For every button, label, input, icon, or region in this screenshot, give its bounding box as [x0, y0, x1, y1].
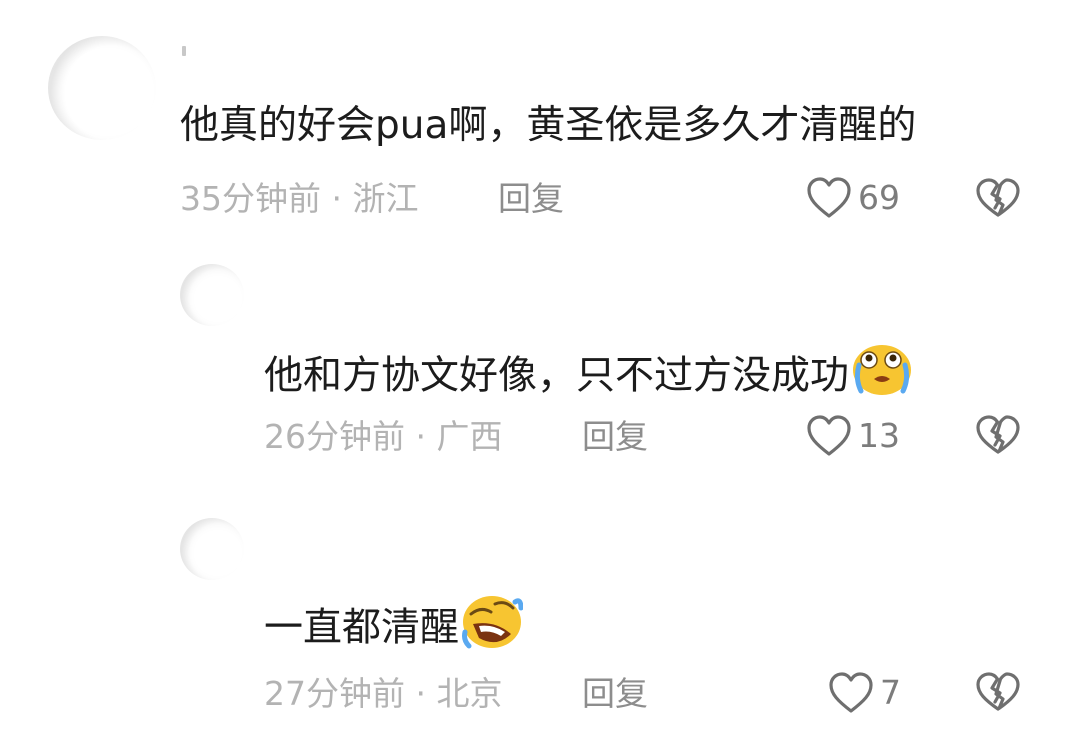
reply-button[interactable]: 回复 — [582, 417, 648, 457]
like-count: 7 — [880, 673, 901, 712]
reply-button[interactable]: 回复 — [498, 179, 564, 219]
heart-outline-icon — [828, 671, 874, 715]
like-button[interactable]: 69 — [806, 176, 900, 220]
rofl-face-emoji — [461, 594, 524, 662]
crying-face-emoji — [851, 343, 913, 409]
avatar[interactable] — [48, 36, 156, 140]
dislike-button[interactable] — [975, 414, 1021, 456]
username-fragment — [182, 46, 186, 56]
comment-text: 他和方协文好像，只不过方没成功 — [264, 345, 913, 411]
broken-heart-icon — [975, 671, 1021, 713]
comment-1: 他真的好会pua啊，黄圣依是多久才清醒的 35分钟前 · 浙江 回复 69 — [0, 0, 1080, 236]
broken-heart-icon — [975, 177, 1021, 219]
comment-text-body: 他和方协文好像，只不过方没成功 — [264, 353, 850, 399]
comment-meta: 27分钟前 · 北京 — [264, 674, 503, 713]
comment-text: 一直都清醒 — [264, 594, 524, 664]
comment-meta: 26分钟前 · 广西 — [264, 417, 503, 456]
comment-text: 他真的好会pua啊，黄圣依是多久才清醒的 — [180, 103, 917, 148]
heart-outline-icon — [806, 176, 852, 220]
like-count: 69 — [858, 178, 900, 217]
comment-3: 一直都清醒 27分钟前 · 北京 回复 7 — [0, 496, 1080, 736]
comment-text-body: 一直都清醒 — [264, 605, 460, 651]
broken-heart-icon — [975, 414, 1021, 456]
like-button[interactable]: 13 — [806, 414, 900, 458]
dislike-button[interactable] — [975, 177, 1021, 219]
like-count: 13 — [858, 416, 900, 455]
reply-button[interactable]: 回复 — [582, 674, 648, 714]
comment-2: 他和方协文好像，只不过方没成功 26分钟前 · 广西 回复 13 — [0, 236, 1080, 496]
like-button[interactable]: 7 — [828, 671, 901, 715]
avatar[interactable] — [180, 518, 244, 580]
comment-meta: 35分钟前 · 浙江 — [180, 179, 419, 218]
heart-outline-icon — [806, 414, 852, 458]
dislike-button[interactable] — [975, 671, 1021, 713]
avatar[interactable] — [180, 264, 244, 326]
